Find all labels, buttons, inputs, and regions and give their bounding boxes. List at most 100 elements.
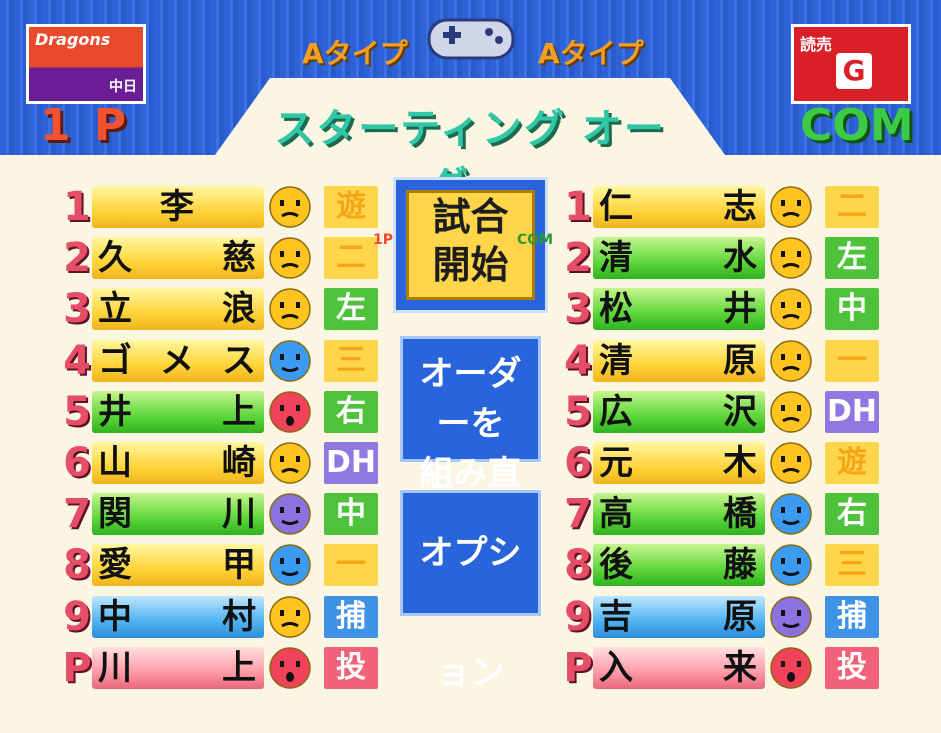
position-badge: DH [324,442,378,484]
position-badge: 右 [825,493,879,536]
start-game-line1: 試合 [432,195,509,239]
condition-face-icon [769,287,813,331]
player-name-bar: 立浪 [92,288,264,331]
right-team-mark: G [836,53,872,89]
left-type-label: Aタイプ [302,37,408,70]
player-name-bar: 清水 [593,237,765,280]
batting-order-number: 5 [63,388,91,435]
batting-order-number: 6 [63,440,91,486]
player-name-char: 愛 [98,545,134,586]
player-name-bar: 関川 [92,493,264,536]
position-badge: 二 [324,237,378,280]
batting-order-number: P [62,644,92,691]
lineup-row[interactable]: 2久慈二 [62,235,382,281]
player-name-char: 水 [723,238,759,279]
player-name-char: 関 [98,494,134,535]
batting-order-number: 1 [564,184,592,230]
lineup-row[interactable]: P川上 投 [62,645,382,691]
position-badge: 遊 [324,186,378,228]
player-name: 清原 [599,340,759,382]
lineup-row[interactable]: 5井上右 [62,389,382,435]
options-button[interactable]: オプション [400,490,541,693]
player-name-char: 浪 [222,289,258,330]
lineup-row[interactable]: 6元木遊 [563,440,883,486]
player-name-bar: 仁志 [593,186,765,228]
player-name-char: ゴ [98,340,134,381]
player-name-char: 上 [222,647,258,688]
player-name-char: 志 [723,187,759,227]
batting-order-number: 4 [564,337,592,384]
lineup-row[interactable]: 3松井中 [563,286,883,332]
player-name: 李 [98,186,258,228]
batting-order-number: 3 [63,286,91,333]
position-badge: 二 [825,186,879,228]
lineup-row[interactable]: 1仁志 二 [563,184,883,230]
player-name-bar: 吉原 [593,595,765,638]
player-name: ゴメス [98,340,258,382]
batting-order-number: 5 [564,388,592,435]
lineup-row[interactable]: 9中村捕 [62,594,382,640]
player-name-char: 後 [599,545,635,586]
left-team-badge: Dragons 中日 [26,24,146,104]
player-name-bar: 川上 [92,646,264,689]
lineup-row[interactable]: 6 山崎 DH [62,440,382,486]
lineup-row[interactable]: 4ゴメス 三 [62,338,382,384]
position-badge: 投 [324,646,378,689]
condition-face-icon [769,185,813,229]
player-name-bar: 元木 [593,442,765,484]
player-name: 関川 [98,493,258,535]
player-name-bar: 広沢 [593,390,765,433]
lineup-row[interactable]: 7高橋右 [563,491,883,537]
lineup-row[interactable]: 5 広沢 DH [563,389,883,435]
player-name: 愛甲 [98,544,258,586]
batting-order-number: 4 [63,337,91,384]
lineup-row[interactable]: 4清原一 [563,338,883,384]
right-team-name: 読売 [800,35,833,54]
lineup-row[interactable]: 7関川中 [62,491,382,537]
lineup-row[interactable]: 3立浪左 [62,286,382,332]
condition-face-icon [268,185,312,229]
position-badge: 左 [825,237,879,280]
player-name: 後藤 [599,544,759,586]
player-name-char: 井 [723,289,759,330]
lineup-row[interactable]: 1 李 遊 [62,184,382,230]
position-badge: 遊 [825,442,879,484]
position-badge: 捕 [825,595,879,638]
reorder-button[interactable]: オーダーを 組み直す [400,336,541,544]
player-name-bar: 松井 [593,288,765,331]
player-name-char: メ [160,340,196,381]
player-name-char: 上 [222,391,258,432]
player-name-char: 崎 [222,443,258,483]
condition-face-icon [268,595,312,639]
player-name-char: 原 [723,340,759,381]
lineup-row[interactable]: P入来投 [563,645,883,691]
condition-face-icon [769,441,813,485]
lineup-row[interactable]: 8愛甲一 [62,542,382,588]
lineup-row[interactable]: 8後藤三 [563,542,883,588]
condition-face-icon [268,441,312,485]
right-controller-label: COM [800,100,914,151]
player-name-char: 甲 [222,545,258,586]
player-name: 吉原 [599,596,759,638]
position-badge: DH [825,390,879,433]
lineup-row[interactable]: 9吉原捕 [563,594,883,640]
position-badge: 捕 [324,595,378,638]
player-name-bar: 入来 [593,646,765,689]
condition-face-icon [268,287,312,331]
player-name-char: 川 [222,494,258,535]
left-team-logo: Dragons [35,30,111,49]
condition-face-icon [769,236,813,280]
player-name: 中村 [98,596,258,638]
player-name-char: ス [222,340,258,381]
player-name: 仁志 [599,186,759,228]
start-game-line2: 開始 [432,243,509,287]
player-name-char: 中 [98,596,134,637]
player-name-char: 清 [599,340,635,381]
gamepad-icon [427,18,515,60]
player-name-bar: 李 [92,186,264,228]
left-team-sub: 中日 [109,79,137,95]
player-name-char: 村 [222,596,258,637]
lineup-row[interactable]: 2清水左 [563,235,883,281]
player-name-char: 高 [599,494,635,535]
batting-order-number: 3 [564,286,592,333]
